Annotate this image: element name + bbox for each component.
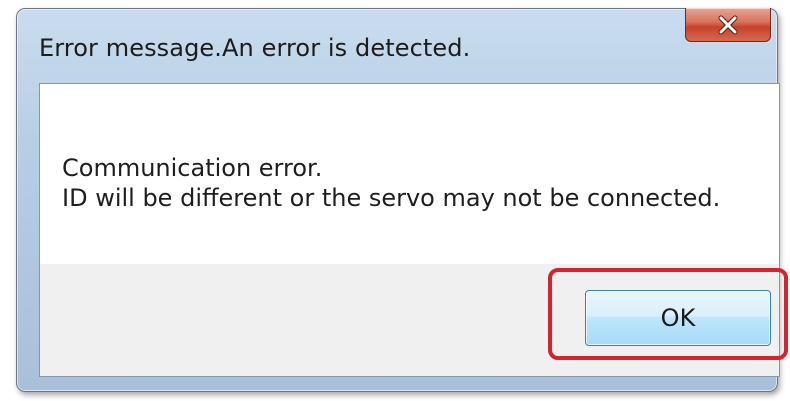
message-line-1: Communication error. bbox=[62, 154, 323, 182]
message-area: Communication error. ID will be differen… bbox=[40, 84, 779, 264]
ok-button-highlight bbox=[548, 268, 788, 360]
close-button[interactable] bbox=[685, 8, 771, 42]
title-bar[interactable]: Error message.An error is detected. bbox=[17, 8, 777, 83]
dialog-title: Error message.An error is detected. bbox=[39, 34, 471, 62]
message-line-2: ID will be different or the servo may no… bbox=[62, 184, 721, 212]
close-icon bbox=[717, 15, 739, 35]
screenshot-stage: Error message.An error is detected. Comm… bbox=[0, 0, 790, 401]
